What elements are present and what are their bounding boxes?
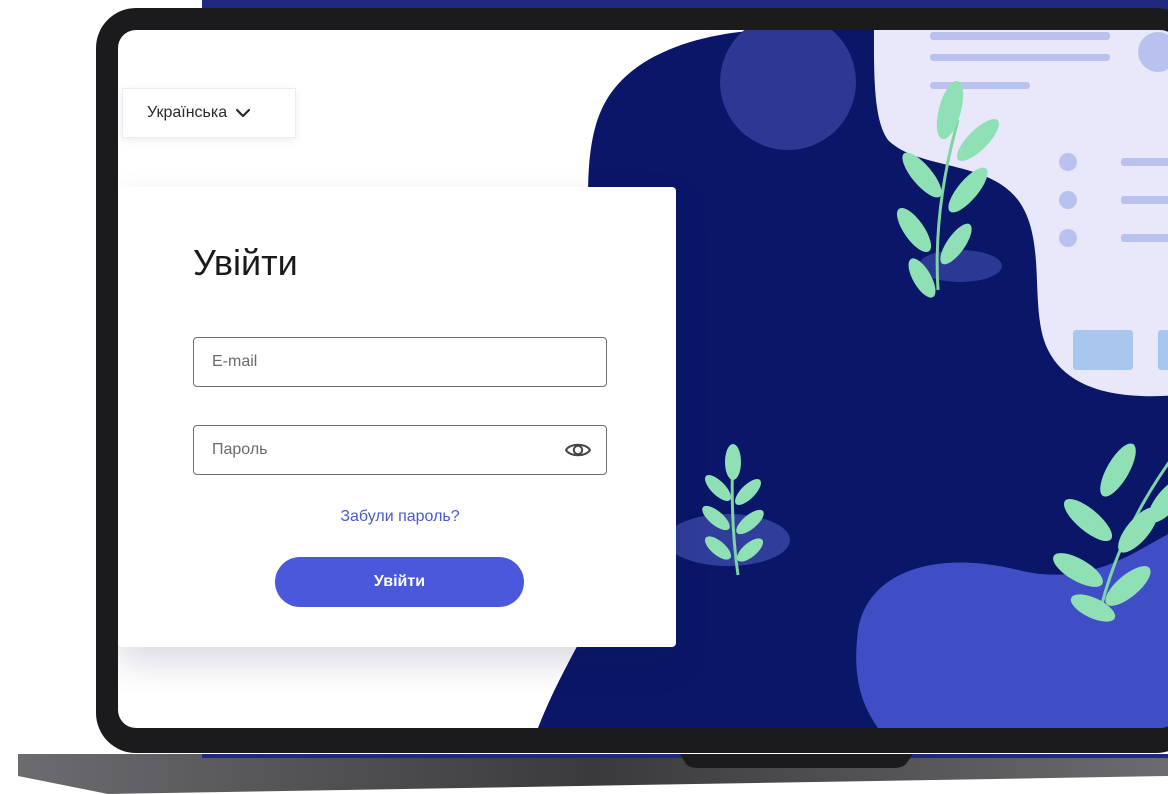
login-title: Увійти xyxy=(193,242,298,283)
email-field[interactable] xyxy=(194,338,606,386)
login-screen: Українська Увійти Забули пароль? Увійти xyxy=(118,30,1168,728)
chevron-down-icon xyxy=(235,108,251,118)
login-card: Увійти Забули пароль? Увійти xyxy=(118,187,676,647)
password-field[interactable] xyxy=(194,426,606,474)
forgot-password-link[interactable]: Забули пароль? xyxy=(193,508,607,526)
login-submit-button[interactable]: Увійти xyxy=(275,557,524,607)
password-field-wrapper xyxy=(193,425,607,475)
eye-icon[interactable] xyxy=(564,440,592,460)
language-selector[interactable]: Українська xyxy=(122,88,296,138)
laptop-base xyxy=(18,754,1168,794)
email-field-wrapper xyxy=(193,337,607,387)
language-selector-label: Українська xyxy=(147,104,228,121)
